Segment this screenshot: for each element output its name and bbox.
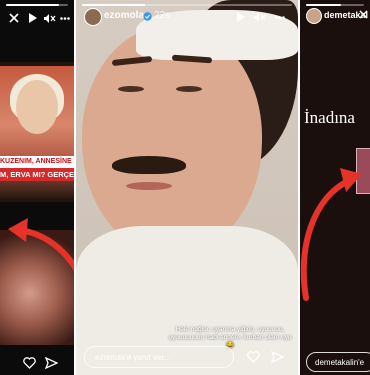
drawn-mustache [112,156,186,174]
tv-ticker-top: KUZENIM, ANNESİNE TEYZ [0,156,74,168]
reply-input[interactable]: ezomola'e yanıt ver... [84,346,234,368]
center-story-panel[interactable]: ezomola 22s Hele noğlur, uyanma yiğido, … [76,0,298,375]
face [82,26,262,256]
verified-icon [142,11,152,21]
avatar[interactable] [306,8,322,24]
close-icon[interactable] [358,9,368,19]
red-arrow-right [300,168,362,301]
time-ago: 22s [154,10,171,21]
red-arrow-left [8,218,74,272]
story-progress-bar [306,4,364,6]
heart-icon[interactable] [246,350,260,363]
username[interactable]: ezomola [104,10,144,21]
send-icon[interactable] [270,350,284,363]
story-progress-bar [6,4,68,6]
play-icon[interactable] [26,12,38,24]
send-icon[interactable] [44,356,58,369]
mute-icon[interactable] [252,11,266,23]
mouth [126,182,172,190]
left-eye [118,86,144,92]
avatar[interactable] [84,8,102,26]
selfie-photo [76,0,298,375]
tv-ticker-bottom: M, ERVA MI? GERÇE [0,168,74,181]
more-icon[interactable] [60,12,70,24]
right-story-panel[interactable]: demetakal İnadına demetakalin'e [300,0,370,375]
more-icon[interactable] [274,11,286,23]
story-progress-fill [306,4,341,6]
left-story-panel[interactable]: KUZENIM, ANNESİNE TEYZ M, ERVA MI? GERÇE [0,0,74,375]
story-progress-fill [82,4,145,6]
tv-screen: KUZENIM, ANNESİNE TEYZ M, ERVA MI? GERÇE [0,66,74,198]
reply-input[interactable]: demetakalin'e [306,352,370,372]
close-icon[interactable] [8,12,20,24]
story-progress-fill [6,4,59,6]
right-eye [176,86,202,92]
story-progress-bar [82,4,292,6]
play-icon[interactable] [234,11,246,23]
tv-photo: KUZENIM, ANNESİNE TEYZ M, ERVA MI? GERÇE [0,62,74,202]
mute-icon[interactable] [42,12,56,24]
presenter-face [16,80,58,134]
overlay-text: İnadına [304,108,355,127]
heart-icon[interactable] [22,356,36,369]
